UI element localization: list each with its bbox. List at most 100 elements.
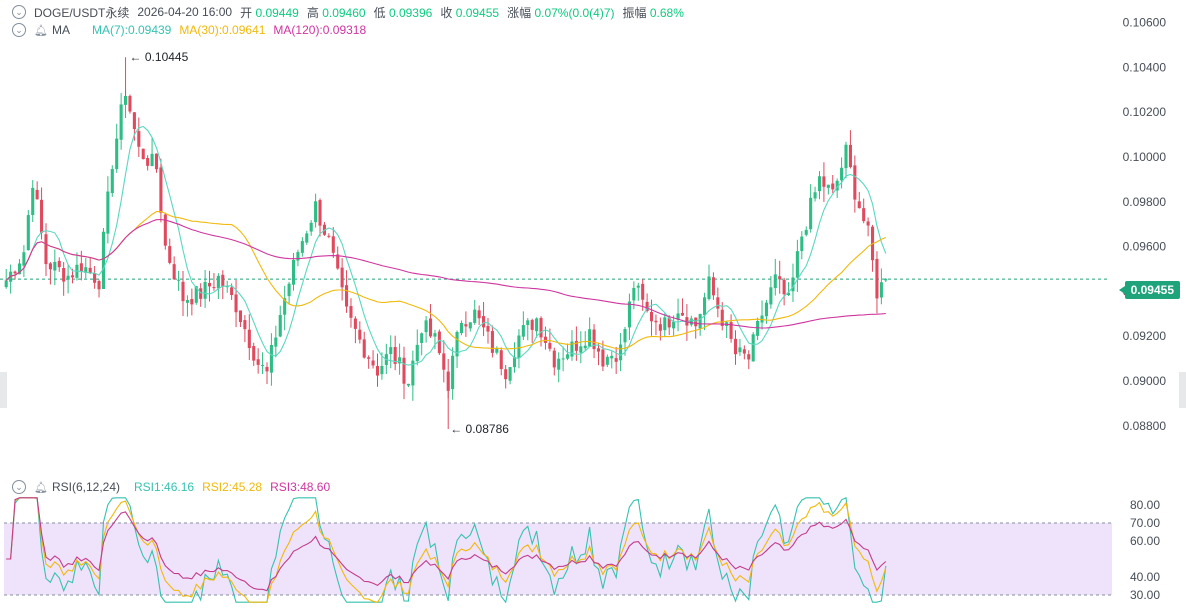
candle-body: [141, 148, 145, 160]
candle-body: [641, 283, 645, 300]
candle-body: [782, 279, 786, 295]
candle-body: [274, 337, 278, 347]
candle-body: [13, 271, 17, 274]
candle-body: [446, 371, 450, 391]
candle-body: [632, 287, 636, 301]
candle-body: [44, 234, 48, 265]
candle-body: [552, 350, 556, 368]
candle-body: [216, 275, 220, 289]
candle-body: [680, 312, 685, 316]
candle-body: [62, 268, 66, 282]
ma120-line: [5, 218, 886, 329]
rsi-band: [4, 523, 1112, 595]
scroll-right-handle[interactable]: [1179, 372, 1186, 408]
candle-body: [4, 280, 8, 288]
ohlc-legend: ⌄ DOGE/USDT永续 2026-04-20 16:00 开 0.09449…: [12, 4, 684, 20]
candle-body: [627, 301, 631, 328]
rsi-alert-bell-icon[interactable]: 🔔︎: [34, 481, 48, 494]
candle-body: [490, 331, 494, 353]
candle-body: [809, 197, 813, 230]
candle-body: [300, 241, 304, 253]
candle-body: [115, 138, 119, 170]
candle-body: [106, 191, 110, 234]
candle-body: [22, 252, 26, 266]
candle-body: [535, 318, 539, 332]
candle-body: [314, 201, 318, 223]
y-tick-label: 0.08800: [1123, 419, 1167, 433]
candle-body: [428, 318, 433, 337]
candle-body: [742, 349, 746, 354]
ma120-value: MA(120):0.09318: [273, 23, 367, 37]
candle-body: [817, 176, 822, 192]
alert-bell-icon[interactable]: 🔔︎: [34, 24, 48, 37]
candle-body: [331, 236, 335, 253]
high-label: 高: [306, 5, 319, 20]
amplitude-value: 0.68%: [649, 5, 684, 20]
candle-body: [610, 355, 614, 359]
candle-body: [756, 320, 760, 336]
candle-body: [234, 294, 238, 313]
change-label: 涨幅: [507, 5, 532, 20]
open-value: 0.09449: [255, 5, 299, 20]
low-annotation: ← 0.08786: [450, 422, 509, 436]
rsi-tick-label: 80.00: [1130, 498, 1160, 512]
y-tick-label: 0.09600: [1123, 240, 1167, 254]
candle-body: [504, 369, 508, 380]
candle-body: [738, 347, 742, 353]
amplitude-label: 振幅: [622, 5, 647, 20]
candle-body: [345, 285, 349, 307]
candle-body: [433, 333, 437, 337]
candle-body: [26, 215, 30, 251]
scroll-left-handle[interactable]: [0, 372, 7, 408]
ma-legend: ⌄ 🔔︎ MA MA(7):0.09439 MA(30):0.09641 MA(…: [12, 22, 366, 38]
candle-body: [207, 282, 212, 287]
candle-body: [862, 208, 866, 222]
candle-body: [707, 276, 711, 300]
candle-body: [296, 252, 300, 261]
candle-body: [813, 192, 817, 199]
rsi-tick-label: 60.00: [1130, 534, 1160, 548]
candle-body: [66, 275, 70, 280]
candle-body: [353, 318, 357, 329]
candle-body: [256, 359, 260, 365]
candle-body: [168, 246, 172, 263]
candle-body: [623, 328, 627, 343]
candle-body: [473, 309, 477, 323]
candle-body: [566, 354, 570, 359]
candle-body: [464, 324, 468, 327]
candle-body: [53, 261, 57, 271]
candle-body: [40, 199, 44, 233]
candle-body: [778, 276, 782, 280]
rsi-collapse-chevron-icon[interactable]: ⌄: [12, 480, 26, 494]
price-chart[interactable]: 0.10600 0.10400 0.10200 0.10000 0.09800 0.096…: [0, 0, 1186, 470]
ma-indicator-name: MA: [51, 23, 70, 37]
candle-body: [848, 144, 852, 168]
candle-body: [309, 222, 313, 232]
candle-body: [150, 153, 154, 167]
open-label: 开: [240, 5, 253, 20]
candle-body: [804, 229, 808, 235]
candle-body: [539, 318, 543, 338]
candle-body: [826, 184, 830, 188]
candle-body: [362, 339, 366, 358]
candle-body: [694, 317, 698, 327]
candle-body: [866, 221, 870, 226]
candle-body: [424, 320, 428, 333]
candle-body: [70, 275, 75, 278]
candle-body: [238, 310, 243, 323]
high-annotation: ← 0.10445: [130, 50, 189, 64]
candle-body: [840, 167, 844, 181]
candle-body: [703, 297, 707, 316]
candle-body: [327, 235, 331, 237]
candle-body: [154, 153, 159, 170]
ma30-line: [5, 210, 887, 350]
collapse-chevron-icon[interactable]: ⌄: [12, 5, 26, 19]
datetime-label: 2026-04-20 16:00: [137, 5, 233, 19]
candle-body: [358, 329, 362, 340]
candle-body: [800, 236, 804, 252]
ma-collapse-chevron-icon[interactable]: ⌄: [12, 23, 26, 37]
candle-body: [177, 279, 181, 281]
rsi-tick-label: 70.00: [1130, 516, 1160, 530]
candle-body: [596, 348, 601, 352]
candle-body: [318, 200, 322, 226]
